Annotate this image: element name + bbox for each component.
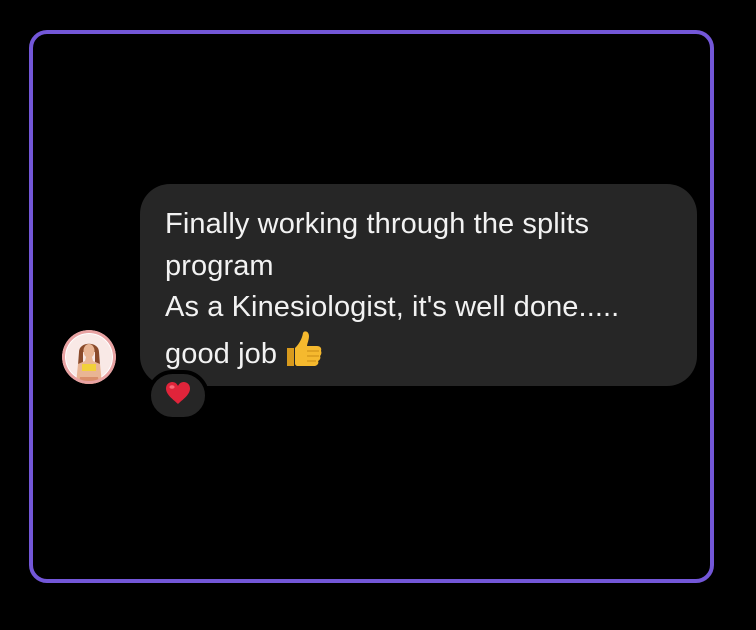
message-line: As a Kinesiologist, it's well done..... (165, 291, 620, 323)
thumbs-up-icon (283, 329, 323, 382)
reaction-badge[interactable] (147, 370, 209, 421)
heart-icon (165, 381, 191, 410)
avatar-photo (62, 330, 116, 384)
message-bubble[interactable]: Finally working through the splits progr… (140, 184, 697, 386)
avatar[interactable] (62, 330, 116, 384)
message-line: Finally working through the splits (165, 208, 590, 240)
message-line-last: good job (165, 329, 673, 382)
message-line-text: good job (165, 337, 278, 370)
message-line: program (165, 249, 274, 282)
